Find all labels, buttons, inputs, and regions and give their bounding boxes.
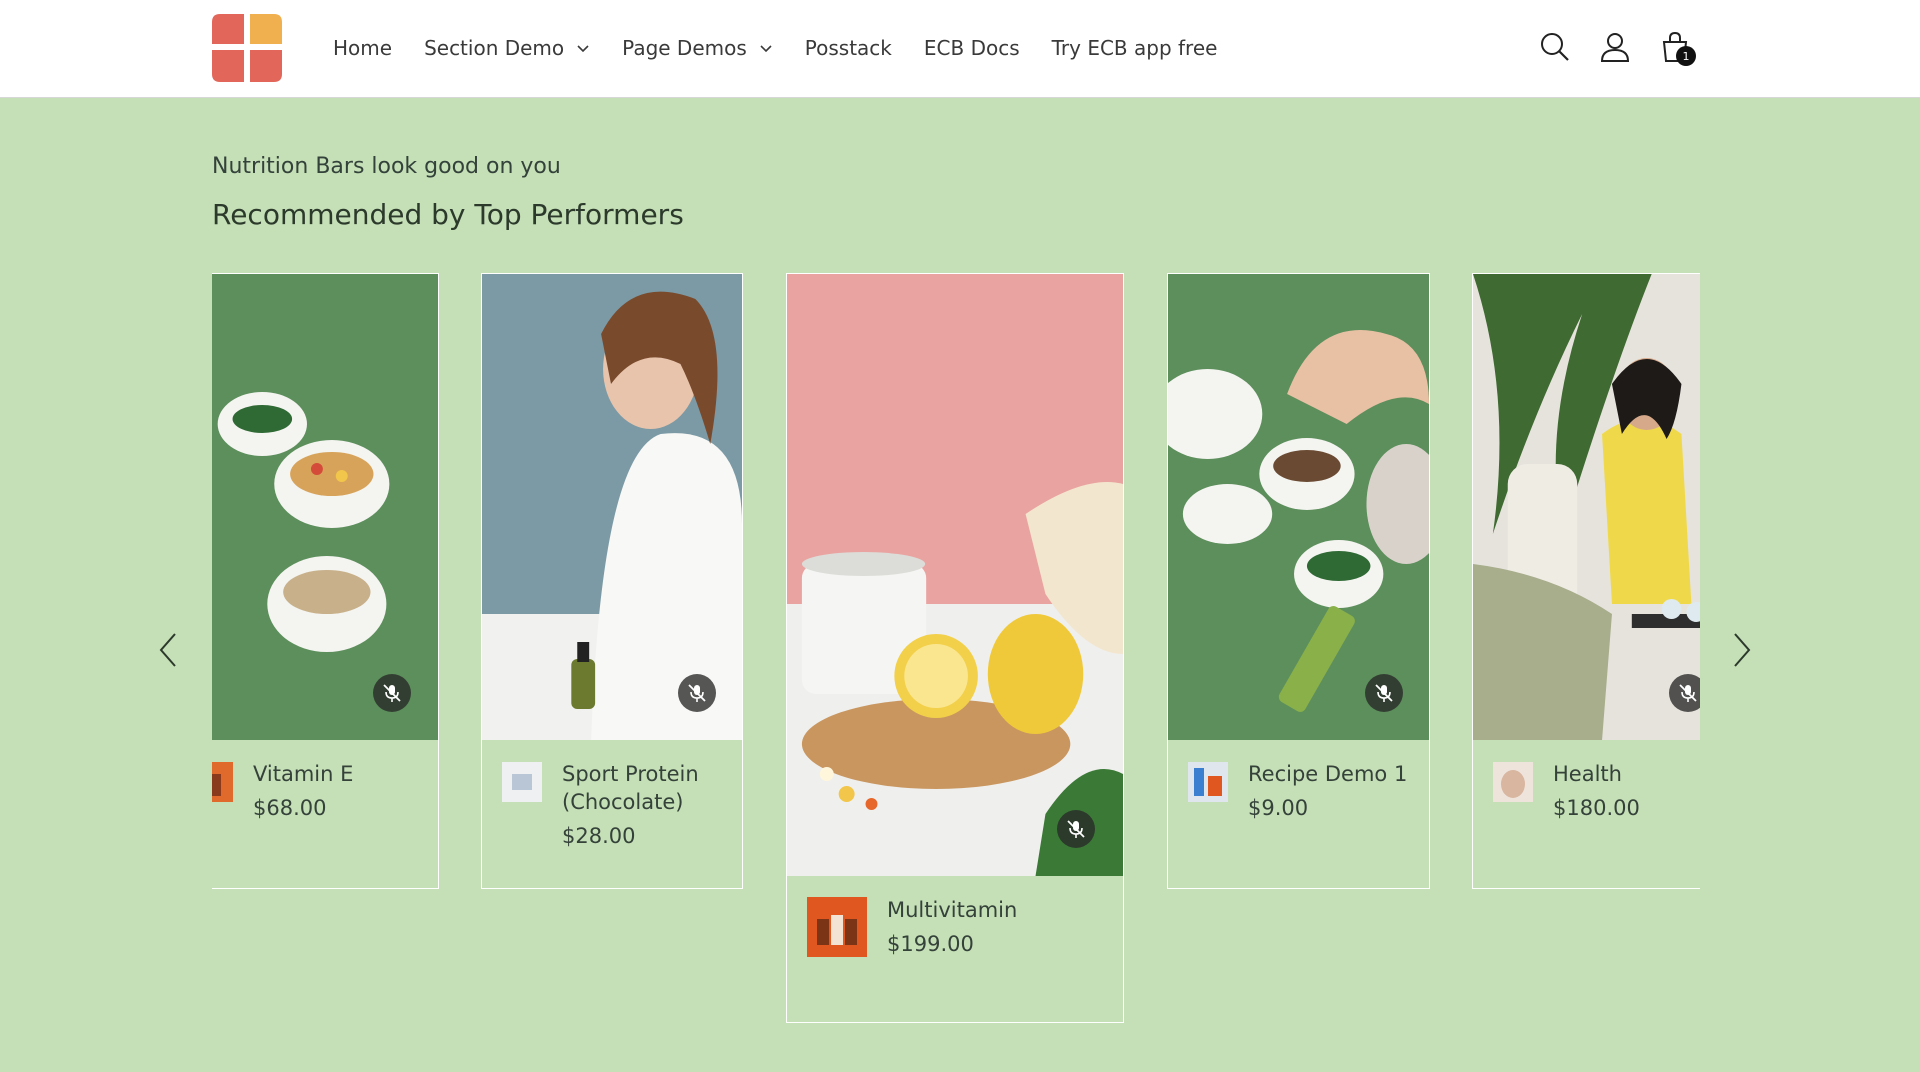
mute-icon[interactable] [1669,674,1700,712]
product-card[interactable]: Vitamin E $68.00 [212,273,439,889]
site-header: Home Section Demo Page Demos Posstack EC… [0,0,1920,98]
product-thumbnail [1188,762,1228,802]
nav-home[interactable]: Home [333,36,392,60]
carousel-prev-arrow-icon[interactable] [155,630,183,670]
main-nav: Home Section Demo Page Demos Posstack EC… [333,36,1249,60]
section-subtitle: Nutrition Bars look good on you [212,154,561,179]
mute-icon[interactable] [678,674,716,712]
nav-ecb-docs-label: ECB Docs [923,36,1020,60]
product-card[interactable]: Sport Protein (Chocolate) $28.00 [481,273,743,889]
product-video[interactable] [212,274,438,740]
product-card[interactable]: Recipe Demo 1 $9.00 [1167,273,1430,889]
chevron-down-icon [760,45,772,53]
store-logo[interactable] [212,14,282,82]
product-thumbnail [1493,762,1533,802]
nav-home-label: Home [333,36,393,60]
product-video[interactable] [1473,274,1700,740]
cart-count-badge: 1 [1676,46,1696,66]
product-card[interactable]: Health $180.00 [1472,273,1700,889]
account-icon[interactable] [1598,30,1632,64]
product-price: $68.00 [253,796,327,820]
mute-icon[interactable] [373,674,411,712]
product-price: $180.00 [1553,796,1640,820]
product-thumbnail [212,762,233,802]
nav-ecb-docs[interactable]: ECB Docs [924,36,1020,60]
mute-icon[interactable] [1365,674,1403,712]
product-carousel: Vitamin E $68.00 Sport Protein (Chocolat… [212,273,1700,1033]
product-video[interactable] [787,274,1123,876]
product-video[interactable] [482,274,742,740]
nav-page-demos-label: Page Demos [622,36,747,60]
product-name[interactable]: Health [1553,760,1622,788]
product-name[interactable]: Recipe Demo 1 [1248,760,1407,788]
product-name[interactable]: Sport Protein (Chocolate) [562,760,732,816]
product-price: $28.00 [562,824,636,848]
search-icon[interactable] [1538,30,1572,64]
nav-try-ecb[interactable]: Try ECB app free [1052,36,1218,60]
product-video[interactable] [1168,274,1429,740]
product-card-featured[interactable]: Multivitamin $199.00 [786,273,1124,1023]
nav-page-demos[interactable]: Page Demos [622,36,773,60]
product-name[interactable]: Vitamin E [253,760,353,788]
product-price: $199.00 [887,932,974,956]
nav-try-ecb-label: Try ECB app free [1051,36,1218,60]
nav-posstack[interactable]: Posstack [805,36,892,60]
nav-posstack-label: Posstack [804,36,892,60]
section-title: Recommended by Top Performers [212,198,684,231]
product-thumbnail [502,762,542,802]
nav-section-demo-label: Section Demo [424,36,565,60]
product-thumbnail [807,897,867,957]
nav-section-demo[interactable]: Section Demo [424,36,590,60]
chevron-down-icon [577,45,589,53]
carousel-next-arrow-icon[interactable] [1727,630,1755,670]
product-name[interactable]: Multivitamin [887,896,1017,924]
product-price: $9.00 [1248,796,1309,820]
mute-icon[interactable] [1057,810,1095,848]
